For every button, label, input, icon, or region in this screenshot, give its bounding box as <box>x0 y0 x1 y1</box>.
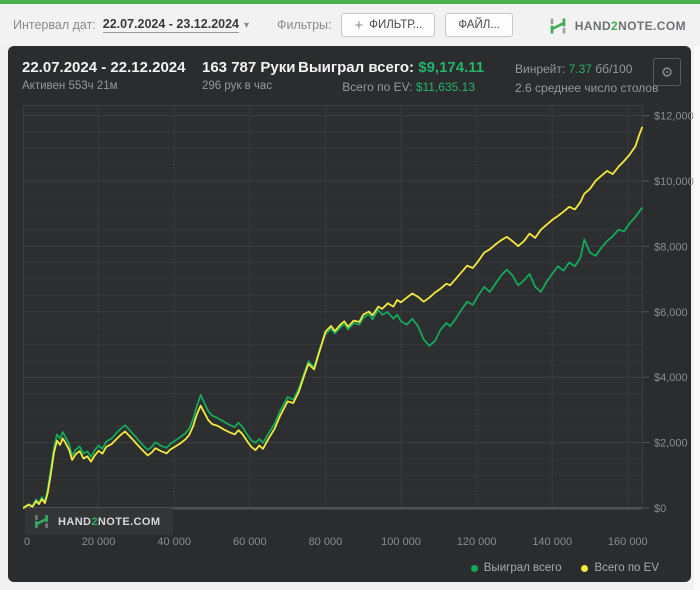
winrate-label: Винрейт: <box>515 62 566 76</box>
hand2note-logo-icon <box>550 18 566 34</box>
header-date-block: 22.07.2024 - 22.12.2024 Активен 553ч 21м <box>22 59 185 92</box>
legend-item[interactable]: Всего по EV <box>581 562 659 574</box>
active-time: Активен 553ч 21м <box>22 80 118 92</box>
winnings-chart: $0 $2,000 $4,000 $6,000 $8,000 $10,000 $12,000… <box>22 105 695 558</box>
svg-text:160 000: 160 000 <box>608 536 648 548</box>
legend-label: Всего по EV <box>594 562 659 574</box>
avg-tables: 2.6 среднее число столов <box>515 80 659 95</box>
chart-legend: Выиграл всего Всего по EV <box>470 562 659 574</box>
hands-total: 163 787 Руки <box>202 59 296 76</box>
svg-text:120 000: 120 000 <box>457 536 497 548</box>
svg-text:40 000: 40 000 <box>157 536 191 548</box>
hand2note-watermark-icon <box>34 515 49 528</box>
legend-dot <box>581 564 589 572</box>
winrate-value: 7.37 <box>568 62 592 76</box>
svg-text:0: 0 <box>24 536 30 548</box>
legend-label: Выиграл всего <box>483 562 562 574</box>
svg-text:$12,000: $12,000 <box>654 111 694 123</box>
svg-text:$0: $0 <box>654 503 666 515</box>
add-filter-button[interactable]: + ФИЛЬТР... <box>341 13 436 37</box>
ev-total: Всего по EV: $11,635.13 <box>298 80 475 94</box>
svg-text:$10,000: $10,000 <box>654 176 694 188</box>
legend-dot <box>470 564 478 572</box>
won-label: Выиграл всего: <box>298 59 415 76</box>
date-interval-value[interactable]: 22.07.2024 - 23.12.2024 <box>102 17 239 33</box>
file-button-label: ФАЙЛ... <box>458 19 500 31</box>
toolbar: Интервал дат: 22.07.2024 - 23.12.2024 ▾ … <box>0 4 700 46</box>
date-interval-label: Интервал дат: <box>13 18 96 32</box>
add-filter-button-label: ФИЛЬТР... <box>369 19 423 31</box>
gear-icon: ⚙ <box>660 63 674 80</box>
filters-label: Фильтры: <box>277 18 332 32</box>
svg-text:140 000: 140 000 <box>532 536 572 548</box>
report-date-range: 22.07.2024 - 22.12.2024 <box>22 59 186 76</box>
legend-item[interactable]: Выиграл всего <box>470 562 562 574</box>
settings-button[interactable]: ⚙ <box>653 58 681 86</box>
window-right-edge <box>694 46 700 590</box>
brand-logo: HAND2NOTE.COM <box>548 16 686 36</box>
svg-text:80 000: 80 000 <box>309 536 343 548</box>
header-hands-block: 163 787 Руки 296 рук в час <box>202 59 295 92</box>
chart-watermark: HAND2NOTE.COM <box>25 508 174 535</box>
brand-text: HAND2NOTE.COM <box>574 19 686 33</box>
plus-icon: + <box>354 16 364 34</box>
svg-text:60 000: 60 000 <box>233 536 267 548</box>
report-panel: 22.07.2024 - 22.12.2024 Активен 553ч 21м… <box>8 46 694 582</box>
svg-text:$8,000: $8,000 <box>654 241 688 253</box>
svg-text:100 000: 100 000 <box>381 536 421 548</box>
won-total: Выиграл всего: $9,174.11 <box>298 59 484 76</box>
hands-per-hour: 296 рук в час <box>202 80 273 92</box>
winrate-units: бб/100 <box>595 62 633 76</box>
svg-text:20 000: 20 000 <box>82 536 116 548</box>
svg-text:$2,000: $2,000 <box>654 438 688 450</box>
header-winrate-block: Винрейт: 7.37 бб/100 2.6 среднее число с… <box>515 60 658 97</box>
chevron-down-icon: ▾ <box>244 19 250 31</box>
file-button[interactable]: ФАЙЛ... <box>445 13 513 37</box>
svg-text:$4,000: $4,000 <box>654 372 688 384</box>
date-interval-dropdown[interactable]: 22.07.2024 - 23.12.2024 ▾ <box>102 17 250 33</box>
header-winnings-block: Выиграл всего: $9,174.11 Всего по EV: $1… <box>298 59 484 94</box>
winnings-chart-svg: $0 $2,000 $4,000 $6,000 $8,000 $10,000 $12,000… <box>22 105 694 548</box>
won-value: $9,174.11 <box>418 59 485 76</box>
svg-text:$6,000: $6,000 <box>654 307 688 319</box>
ev-value: $11,635.13 <box>415 80 475 94</box>
ev-label: Всего по EV: <box>342 80 413 94</box>
winrate-line: Винрейт: 7.37 бб/100 <box>515 60 658 79</box>
watermark-text: HAND2NOTE.COM <box>58 515 161 528</box>
